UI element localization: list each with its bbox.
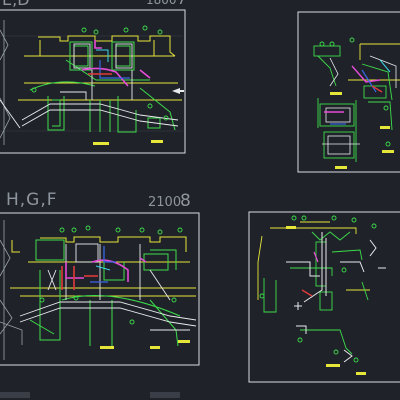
left-bracket-lines — [0, 20, 11, 145]
sheet-frame — [0, 9, 186, 154]
plan-outline — [348, 43, 400, 81]
direction-arrow — [172, 88, 184, 94]
annotation-tags — [100, 340, 190, 349]
bottom-sheet-labels-faint — [0, 392, 180, 398]
sheet-top-left-index: 7 — [177, 0, 187, 7]
duct-work-white — [19, 243, 197, 331]
sheet-frame — [0, 212, 200, 366]
equipment-green — [313, 45, 393, 162]
pipe-blue — [330, 69, 377, 125]
cad-drawing-canvas[interactable]: E,D 1800 7 H,G,F 2100 8 — [0, 0, 400, 400]
pipe-cyan — [95, 265, 111, 271]
sheet-frame — [297, 11, 400, 173]
pipe-magenta — [324, 65, 381, 113]
left-bracket-lines — [0, 220, 23, 360]
sheet-bottom-left[interactable] — [0, 212, 200, 366]
annotation-tags — [93, 140, 163, 145]
pipe-red — [301, 289, 313, 297]
sheet-bottom-left-code: H,G,F — [6, 190, 58, 210]
sheet-bottom-left-index: 8 — [180, 191, 191, 211]
cad-drawing[interactable] — [0, 0, 400, 400]
sheet-top-left[interactable] — [0, 9, 186, 154]
sheet-top-right[interactable] — [297, 11, 400, 173]
sheet-frame — [248, 211, 400, 383]
duct-work-white — [0, 43, 179, 129]
equipment-green — [263, 231, 369, 355]
sheet-top-left-code: E,D — [2, 0, 30, 8]
sheet-bottom-right[interactable] — [248, 211, 400, 383]
sheet-top-left-number: 1800 — [146, 0, 177, 7]
sheet-bottom-left-number: 2100 — [148, 195, 182, 210]
